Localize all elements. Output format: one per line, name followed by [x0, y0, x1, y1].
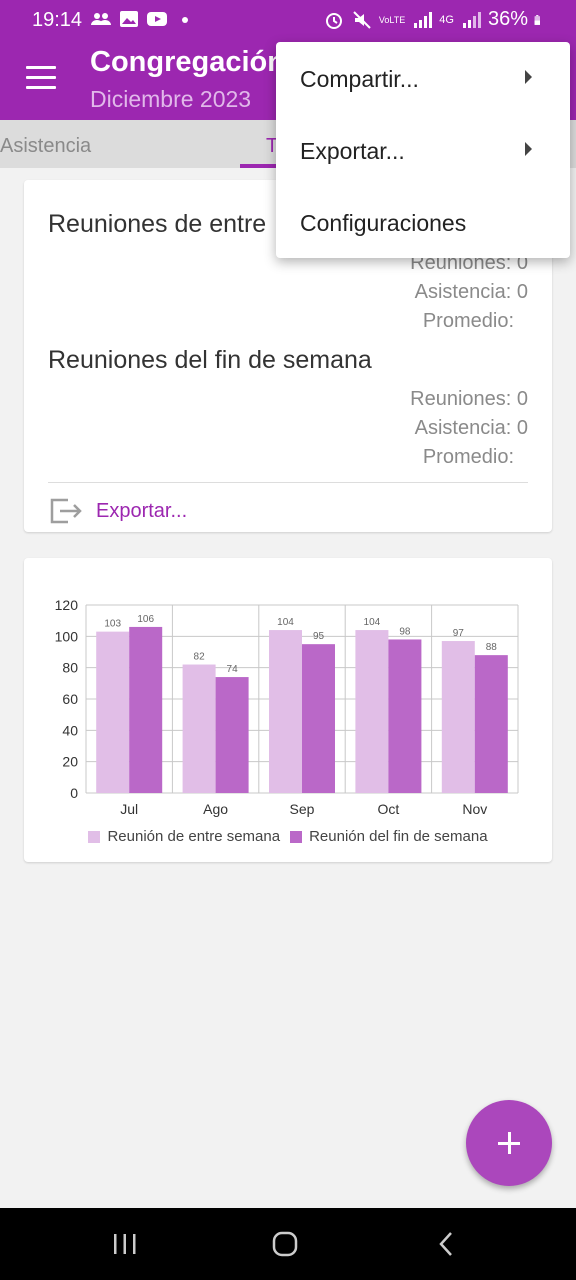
stat-promedio-weekend: Promedio: — [422, 446, 514, 468]
legend-label-weekend: Reunión del fin de semana — [309, 828, 488, 845]
tab-asistencia[interactable]: Asistencia — [0, 135, 91, 158]
export-label: Exportar... — [96, 500, 188, 522]
data-label: 95 — [313, 631, 325, 642]
youtube-icon — [147, 12, 167, 26]
legend-label-weekday: Reunión de entre semana — [107, 828, 281, 845]
recent-apps-icon[interactable] — [110, 1229, 140, 1259]
bar — [474, 655, 508, 793]
menu-item-exportar[interactable]: Exportar... — [276, 114, 570, 186]
status-time: 19:14 — [32, 9, 83, 31]
legend-item-weekend: Reunión del fin de semana — [290, 828, 488, 845]
network-label: 4G — [439, 13, 454, 26]
divider — [48, 482, 528, 483]
bar — [269, 630, 302, 793]
y-tick-label: 20 — [62, 754, 78, 770]
y-tick-label: 80 — [62, 660, 78, 676]
back-icon[interactable] — [432, 1229, 462, 1259]
export-icon — [50, 498, 82, 524]
menu-item-compartir[interactable]: Compartir... — [276, 42, 570, 114]
section-title-weekday: Reuniones de entre — [48, 210, 267, 238]
data-label: 104 — [277, 617, 294, 628]
page-title: Congregación — [90, 46, 285, 78]
signal-icon-2 — [462, 11, 481, 28]
submenu-arrow-icon — [525, 70, 532, 84]
alarm-icon — [325, 12, 342, 29]
x-tick-label: Jul — [120, 801, 138, 817]
y-tick-label: 40 — [62, 722, 78, 738]
legend-swatch-weekend — [290, 830, 303, 843]
stat-promedio-weekday: Promedio: — [422, 310, 514, 332]
bar — [215, 677, 249, 793]
bar — [182, 664, 216, 793]
system-icons: VoLTE 4G 36% — [323, 8, 546, 31]
bar — [129, 626, 163, 793]
notification-icons — [90, 8, 196, 30]
mute-icon — [353, 10, 371, 29]
submenu-arrow-icon — [525, 142, 532, 156]
stat-reuniones-weekend: Reuniones: 0 — [410, 388, 528, 410]
y-tick-label: 0 — [70, 785, 78, 801]
menu-item-label: Configuraciones — [300, 210, 467, 236]
bar — [441, 641, 475, 793]
volte-label: VoLTE — [378, 14, 406, 25]
export-button[interactable]: Exportar... — [48, 494, 248, 526]
menu-icon[interactable] — [26, 66, 56, 92]
bar-chart: 0 20 40 60 80 100 120 103 106 Jul 82 74 Ago 104 95 Sep 1… — [55, 597, 519, 817]
data-label: 82 — [194, 652, 206, 663]
status-bar: 19:14 VoLTE 4G 36% — [0, 0, 576, 40]
x-tick-label: Sep — [290, 801, 315, 817]
data-label: 104 — [364, 617, 381, 628]
page-subtitle: Diciembre 2023 — [90, 86, 252, 112]
x-tick-label: Oct — [378, 801, 400, 817]
battery-icon — [534, 14, 540, 25]
bar — [355, 630, 389, 793]
data-label: 74 — [227, 664, 239, 675]
image-icon — [120, 11, 138, 27]
x-tick-label: Ago — [203, 801, 228, 817]
bar — [302, 644, 335, 793]
bar — [96, 631, 130, 793]
menu-item-label: Exportar... — [300, 138, 405, 164]
y-tick-label: 60 — [62, 691, 78, 707]
battery-percent: 36% — [487, 8, 528, 30]
stat-asistencia-weekday: Asistencia: 0 — [414, 281, 528, 303]
y-tick-label: 100 — [55, 628, 79, 644]
chart-legend: Reunión de entre semana Reunión del fin … — [24, 828, 552, 845]
y-tick-label: 120 — [55, 597, 79, 613]
people-icon — [91, 13, 111, 25]
data-label: 98 — [399, 626, 411, 637]
legend-item-weekday: Reunión de entre semana — [88, 828, 280, 845]
bar — [388, 639, 422, 793]
data-label: 88 — [486, 642, 498, 653]
data-label: 103 — [104, 619, 121, 630]
menu-item-configuraciones[interactable]: Configuraciones — [276, 186, 570, 258]
signal-icon — [414, 11, 433, 28]
data-label: 97 — [453, 628, 465, 639]
menu-item-label: Compartir... — [300, 66, 419, 92]
legend-swatch-weekday — [88, 830, 101, 843]
add-button[interactable] — [466, 1100, 552, 1186]
navigation-bar — [0, 1208, 576, 1280]
data-label: 106 — [137, 614, 154, 625]
home-icon[interactable] — [270, 1229, 300, 1259]
chart-card: 0 20 40 60 80 100 120 103 106 Jul 82 74 Ago 104 95 Sep 1… — [24, 558, 552, 862]
stat-asistencia-weekend: Asistencia: 0 — [414, 417, 528, 439]
dot-icon — [182, 17, 188, 23]
section-title-weekend: Reuniones del fin de semana — [48, 346, 372, 374]
overflow-menu: Compartir... Exportar... Configuraciones — [276, 42, 570, 258]
x-tick-label: Nov — [462, 801, 487, 817]
